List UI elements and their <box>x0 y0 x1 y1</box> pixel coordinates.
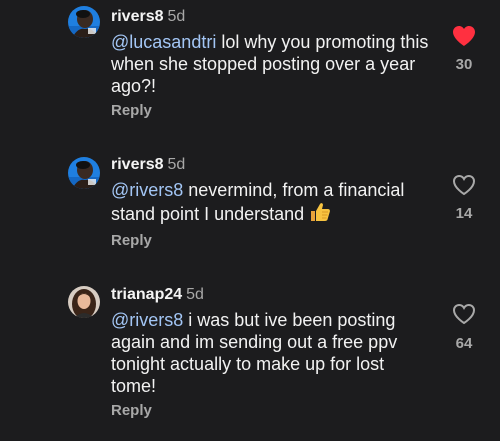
reply-button[interactable]: Reply <box>111 101 152 121</box>
comment-header: rivers8 5d <box>111 155 185 175</box>
comment-text: @rivers8 i was but ive been posting agai… <box>111 309 431 397</box>
heart-outline-icon[interactable] <box>452 303 476 325</box>
like-count: 30 <box>455 56 473 73</box>
timestamp: 5d <box>186 286 204 303</box>
avatar[interactable] <box>68 6 100 38</box>
mention-link[interactable]: @rivers8 <box>111 180 183 200</box>
comment-header: trianap24 5d <box>111 285 204 305</box>
comment-text: @rivers8 nevermind, from a financial sta… <box>111 179 431 228</box>
comment-text: @lucasandtri lol why you promoting this … <box>111 31 431 97</box>
profile-avatar-icon <box>68 286 100 318</box>
reply-button[interactable]: Reply <box>111 231 152 251</box>
like-count: 64 <box>455 335 473 352</box>
username[interactable]: trianap24 <box>111 286 182 303</box>
username[interactable]: rivers8 <box>111 156 164 173</box>
thumbs-up-icon <box>309 201 331 228</box>
reply-button[interactable]: Reply <box>111 401 152 421</box>
comment-header: rivers8 5d <box>111 7 185 27</box>
avatar[interactable] <box>68 286 100 318</box>
mention-link[interactable]: @lucasandtri <box>111 32 216 52</box>
timestamp: 5d <box>167 8 186 25</box>
username[interactable]: rivers8 <box>111 8 164 25</box>
mention-link[interactable]: @rivers8 <box>111 310 183 330</box>
heart-filled-icon[interactable] <box>452 25 476 47</box>
profile-avatar-icon <box>68 6 100 38</box>
profile-avatar-icon <box>68 157 100 189</box>
avatar[interactable] <box>68 157 100 189</box>
timestamp: 5d <box>167 156 186 173</box>
like-count: 14 <box>455 205 473 222</box>
heart-outline-icon[interactable] <box>452 174 476 196</box>
